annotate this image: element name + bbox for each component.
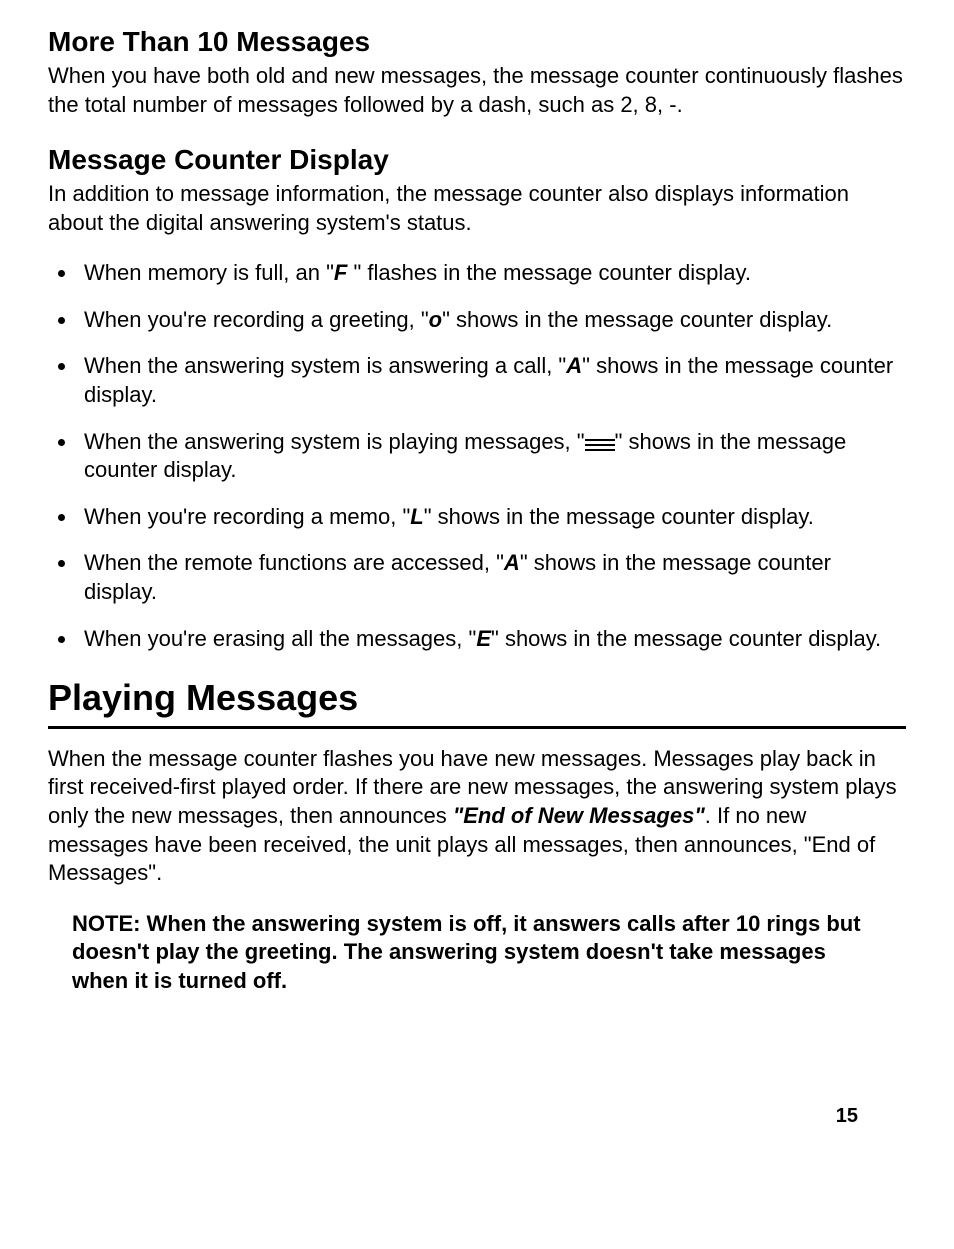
list-item-text: " shows in the message counter display. xyxy=(491,626,881,651)
page-number: 15 xyxy=(836,1103,858,1129)
indicator-E: E xyxy=(476,626,491,651)
list-item-text: When the remote functions are accessed, … xyxy=(84,550,504,575)
heading-more-than-10: More Than 10 Messages xyxy=(48,24,906,60)
list-item-text: When the answering system is playing mes… xyxy=(84,429,585,454)
heading-message-counter-display: Message Counter Display xyxy=(48,142,906,178)
playing-lines-icon xyxy=(585,439,615,451)
note-answering-off: NOTE: When the answering system is off, … xyxy=(72,910,882,996)
heading-playing-messages: Playing Messages xyxy=(48,675,906,729)
list-item-text: " shows in the message counter display. xyxy=(424,504,814,529)
list-item-text: When you're recording a memo, " xyxy=(84,504,410,529)
list-item-text: " shows in the message counter display. xyxy=(442,307,832,332)
body-playing-messages: When the message counter flashes you hav… xyxy=(48,745,906,888)
list-item-text: When the answering system is answering a… xyxy=(84,353,566,378)
body-message-counter-display: In addition to message information, the … xyxy=(48,180,906,237)
indicator-A: A xyxy=(504,550,520,575)
indicator-L: L xyxy=(410,504,423,529)
list-item: When you're recording a greeting, "o" sh… xyxy=(78,306,906,335)
list-item: When you're erasing all the messages, "E… xyxy=(78,625,906,654)
indicator-F: F xyxy=(334,260,347,285)
end-of-new-messages: "End of New Messages" xyxy=(453,803,705,828)
list-item: When the answering system is answering a… xyxy=(78,352,906,409)
list-item-text: When you're recording a greeting, " xyxy=(84,307,429,332)
status-list: When memory is full, an "F " flashes in … xyxy=(48,259,906,653)
list-item-text: " flashes in the message counter display… xyxy=(347,260,751,285)
body-more-than-10: When you have both old and new messages,… xyxy=(48,62,906,119)
indicator-o: o xyxy=(429,307,442,332)
list-item: When memory is full, an "F " flashes in … xyxy=(78,259,906,288)
list-item: When the answering system is playing mes… xyxy=(78,428,906,485)
list-item-text: When you're erasing all the messages, " xyxy=(84,626,476,651)
list-item: When you're recording a memo, "L" shows … xyxy=(78,503,906,532)
list-item: When the remote functions are accessed, … xyxy=(78,549,906,606)
list-item-text: When memory is full, an " xyxy=(84,260,334,285)
indicator-A: A xyxy=(566,353,582,378)
